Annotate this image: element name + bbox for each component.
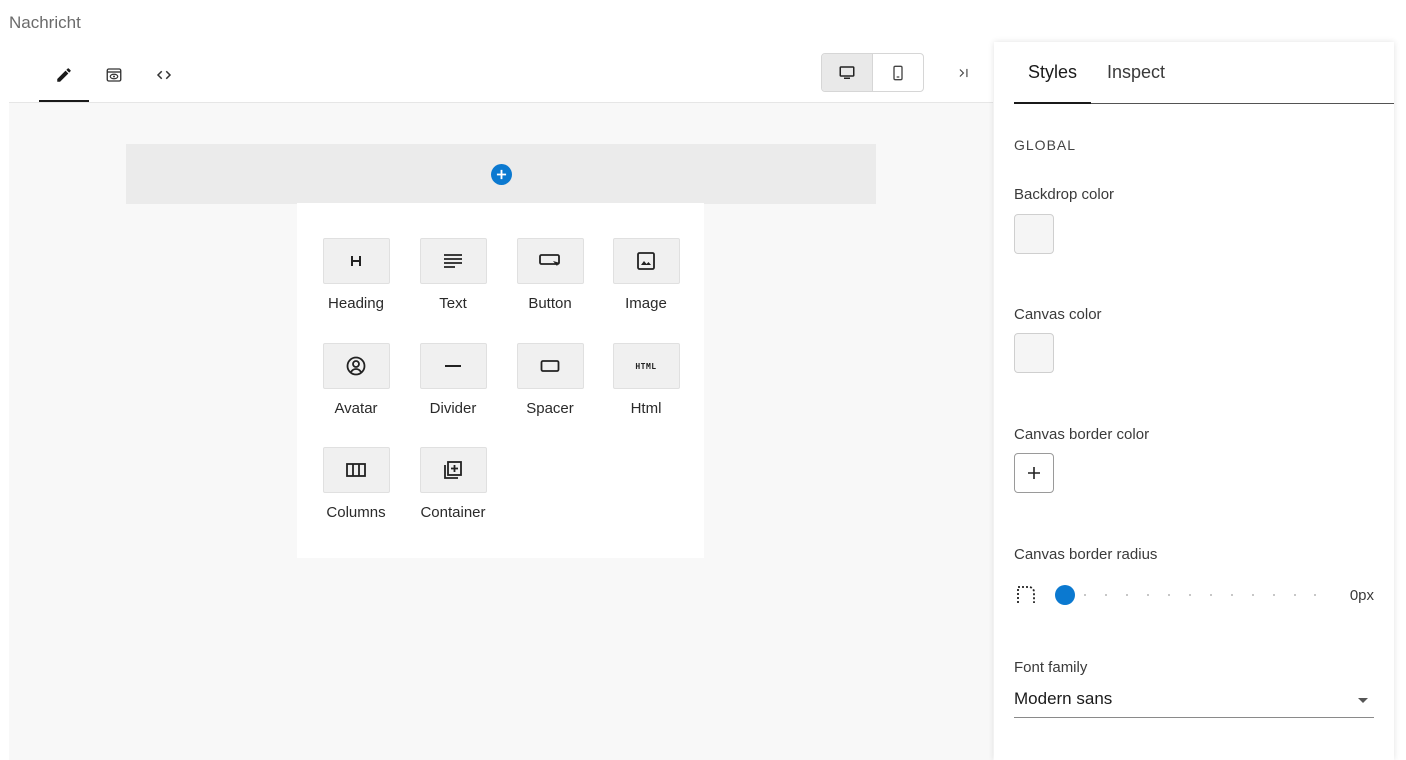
tab-inspect[interactable]: Inspect (1093, 42, 1179, 103)
block-label: Divider (429, 400, 477, 417)
slider-tick (1168, 594, 1170, 596)
columns-icon (346, 463, 366, 477)
collapse-panel-button[interactable] (948, 57, 980, 89)
block-image[interactable]: Image (611, 238, 681, 312)
block-divider[interactable]: Divider (418, 343, 488, 417)
panel-tabs-divider (1014, 103, 1394, 104)
slider-tick (1231, 594, 1233, 596)
heading-icon (351, 256, 361, 266)
divider-icon (445, 365, 461, 367)
font-family-label: Font family (1014, 659, 1088, 676)
desktop-view-button[interactable] (822, 54, 872, 91)
border-radius-slider-thumb[interactable] (1055, 585, 1075, 605)
button-icon (539, 254, 560, 266)
slider-tick (1126, 594, 1128, 596)
preview-eye-icon (106, 68, 122, 82)
canvas-border-color-add-button[interactable] (1014, 453, 1054, 493)
slider-tick (1084, 594, 1086, 596)
plus-circle-icon (496, 169, 506, 179)
slider-tick (1314, 594, 1316, 596)
page-title: Nachricht (9, 13, 81, 32)
slider-tick (1273, 594, 1275, 596)
block-label: Image (625, 295, 667, 312)
backdrop-color-label: Backdrop color (1014, 186, 1115, 203)
canvas-color-swatch[interactable] (1014, 333, 1054, 373)
block-label: Spacer (526, 400, 574, 417)
tab-styles[interactable]: Styles (1014, 42, 1092, 104)
block-label: Avatar (334, 400, 378, 417)
plus-icon (1028, 467, 1040, 479)
section-title: GLOBAL (1014, 137, 1077, 153)
block-spacer[interactable]: Spacer (515, 343, 585, 417)
email-canvas: Heading Text Button Image Avatar Divider… (9, 103, 993, 760)
block-button[interactable]: Button (515, 238, 585, 312)
image-icon (637, 252, 655, 270)
canvas-color-label: Canvas color (1014, 306, 1102, 323)
block-html[interactable]: HTML Html (611, 343, 681, 417)
mobile-view-button[interactable] (872, 54, 923, 91)
block-label: Text (439, 295, 467, 312)
canvas-border-radius-label: Canvas border radius (1014, 546, 1158, 563)
text-lines-icon (444, 254, 462, 268)
slider-tick (1252, 594, 1254, 596)
avatar-icon (346, 356, 366, 376)
device-toggle (821, 53, 924, 92)
block-columns[interactable]: Columns (321, 447, 391, 521)
block-heading[interactable]: Heading (321, 238, 391, 312)
desktop-icon (839, 65, 855, 79)
styles-panel: Styles Inspect GLOBAL Backdrop color Can… (994, 42, 1394, 760)
spacer-icon (540, 360, 560, 372)
font-family-value: Modern sans (1014, 689, 1113, 708)
block-label: Heading (328, 295, 384, 312)
add-block-bar (126, 144, 876, 204)
pencil-icon (57, 68, 71, 82)
slider-tick (1294, 594, 1296, 596)
block-label: Container (420, 504, 486, 521)
code-icon (156, 70, 172, 80)
block-container[interactable]: Container (418, 447, 488, 521)
block-label: Columns (326, 504, 386, 521)
slider-tick (1105, 594, 1107, 596)
canvas-border-color-label: Canvas border color (1014, 426, 1150, 443)
block-avatar[interactable]: Avatar (321, 343, 391, 417)
mobile-icon (893, 65, 903, 80)
border-radius-value: 0px (1349, 587, 1374, 604)
tab-code[interactable] (139, 48, 189, 102)
slider-tick (1189, 594, 1191, 596)
block-text[interactable]: Text (418, 238, 488, 312)
tab-edit[interactable] (39, 48, 89, 102)
block-label: Button (528, 295, 572, 312)
block-menu: Heading Text Button Image Avatar Divider… (297, 203, 704, 558)
border-radius-slider-track[interactable] (1064, 594, 1316, 596)
backdrop-color-swatch[interactable] (1014, 214, 1054, 254)
chevron-down-icon (1358, 698, 1368, 703)
block-label: Html (630, 400, 662, 417)
collapse-panel-icon (959, 68, 968, 78)
html-icon: HTML (635, 361, 657, 371)
font-family-select[interactable]: Modern sans (1014, 682, 1374, 718)
slider-tick (1147, 594, 1149, 596)
add-block-button[interactable] (490, 163, 512, 185)
border-radius-icon (1017, 586, 1035, 603)
border-radius-control: 0px (1014, 582, 1374, 608)
container-icon (444, 461, 462, 479)
tab-preview[interactable] (89, 48, 139, 102)
slider-tick (1210, 594, 1212, 596)
